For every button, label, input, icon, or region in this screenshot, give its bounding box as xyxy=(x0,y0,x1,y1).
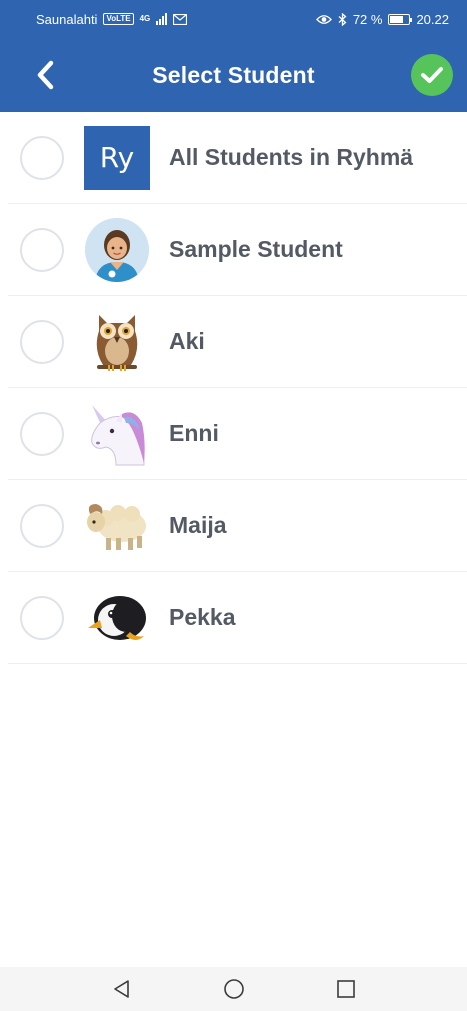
owl-icon xyxy=(96,314,138,371)
battery-icon xyxy=(388,13,413,25)
battery-level xyxy=(390,15,404,23)
circle-home-icon xyxy=(223,979,244,999)
avatar xyxy=(84,401,150,467)
square-recents-icon xyxy=(336,980,355,998)
volte-badge: VoLTE xyxy=(103,13,134,25)
select-checkbox[interactable] xyxy=(20,135,64,180)
battery-percent: 72 % xyxy=(352,11,383,27)
avatar xyxy=(84,493,150,559)
group-avatar: Ry xyxy=(84,125,150,190)
avatar xyxy=(84,217,150,283)
list-item-maija[interactable]: Maija xyxy=(8,480,467,572)
page-title: Select Student xyxy=(152,61,315,88)
avatar xyxy=(84,309,150,375)
list-item-all-students[interactable]: Ry All Students in Ryhmä xyxy=(8,112,467,204)
student-list: Ry All Students in Ryhmä Sample Student xyxy=(8,112,467,664)
signal-icon xyxy=(156,13,168,25)
app-bar: Select Student xyxy=(0,38,467,112)
student-name: Aki xyxy=(169,328,205,354)
avatar xyxy=(84,585,150,651)
system-nav-bar xyxy=(0,967,467,1011)
unicorn-icon xyxy=(91,404,145,465)
confirm-button[interactable] xyxy=(411,54,453,96)
status-right: 72 % 20.22 xyxy=(315,11,449,27)
network-type: 4G xyxy=(139,14,151,23)
person-avatar-icon xyxy=(85,217,149,282)
triangle-back-icon xyxy=(113,980,129,998)
select-checkbox[interactable] xyxy=(20,411,64,456)
list-item-pekka[interactable]: Pekka xyxy=(8,572,467,664)
nav-recents-button[interactable] xyxy=(329,972,363,1006)
status-bar: Saunalahti VoLTE 4G 72 % 20.22 xyxy=(0,0,467,38)
ram-icon xyxy=(87,503,146,550)
list-item-enni[interactable]: Enni xyxy=(8,388,467,480)
student-name: Pekka xyxy=(169,604,236,630)
student-name: Enni xyxy=(169,420,219,446)
eye-icon xyxy=(315,14,332,24)
bluetooth-icon xyxy=(338,12,347,26)
back-button[interactable] xyxy=(28,56,62,94)
student-name: Maija xyxy=(169,512,227,538)
penguin-icon xyxy=(88,595,146,640)
status-left: Saunalahti VoLTE 4G xyxy=(36,11,188,27)
select-checkbox[interactable] xyxy=(20,503,64,548)
nav-back-button[interactable] xyxy=(105,972,139,1006)
select-checkbox[interactable] xyxy=(20,595,64,640)
list-item-sample-student[interactable]: Sample Student xyxy=(8,204,467,296)
mail-icon xyxy=(173,13,188,25)
clock: 20.22 xyxy=(416,11,449,27)
select-checkbox[interactable] xyxy=(20,319,64,364)
chevron-left-icon xyxy=(37,60,54,90)
check-icon xyxy=(421,67,443,83)
avatar: Ry xyxy=(84,125,150,191)
student-name: Sample Student xyxy=(169,236,343,262)
nav-home-button[interactable] xyxy=(217,972,251,1006)
list-item-aki[interactable]: Aki xyxy=(8,296,467,388)
select-checkbox[interactable] xyxy=(20,227,64,272)
carrier-name: Saunalahti xyxy=(36,11,98,27)
student-name: All Students in Ryhmä xyxy=(169,144,414,170)
